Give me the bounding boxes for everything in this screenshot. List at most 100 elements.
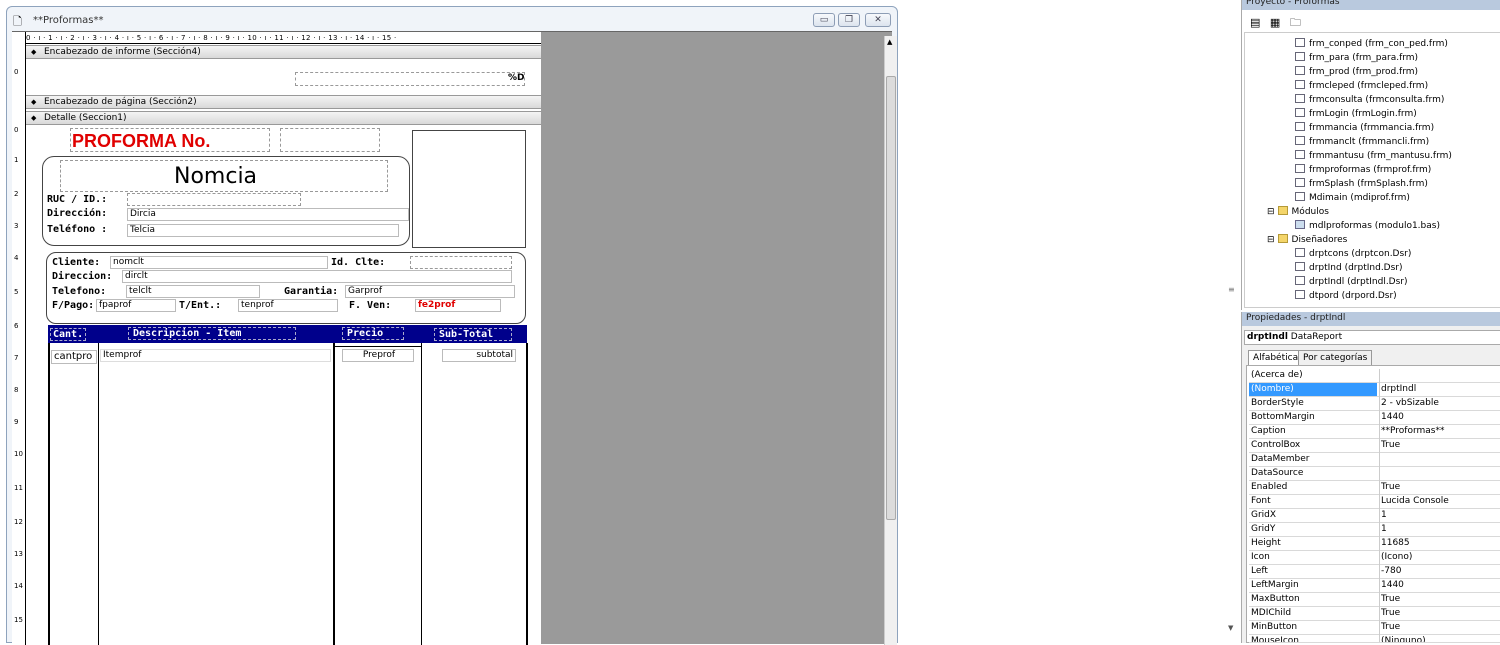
tab-alfabetica[interactable]: Alfabética — [1248, 350, 1304, 365]
property-value[interactable]: 1440 — [1381, 579, 1404, 592]
property-row[interactable]: Enabled True — [1249, 481, 1500, 495]
precio-field[interactable]: Preprof — [342, 349, 414, 362]
property-value[interactable]: Lucida Console — [1381, 495, 1449, 508]
tree-item-form[interactable]: frmmancia (frmmancia.frm) — [1295, 122, 1434, 135]
tree-item-form[interactable]: frm_prod (frm_prod.frm) — [1295, 66, 1418, 79]
property-value[interactable]: **Proformas** — [1381, 425, 1444, 438]
splitter-grip-icon[interactable]: ≡ — [1228, 285, 1235, 294]
cliente-field[interactable]: nomclt — [110, 256, 328, 269]
property-value[interactable]: -780 — [1381, 565, 1401, 578]
header-subtotal[interactable]: Sub-Total — [434, 328, 512, 341]
telefono-field[interactable]: Telcia — [127, 224, 399, 237]
tree-item-module[interactable]: mdlproformas (modulo1.bas) — [1295, 220, 1440, 233]
property-row[interactable]: Caption **Proformas** — [1249, 425, 1500, 439]
telefono2-field[interactable]: telclt — [126, 285, 260, 298]
tree-item-designer[interactable]: drptIndl (drptIndl.Dsr) — [1295, 276, 1408, 289]
section-detail[interactable]: Detalle (Seccion1) — [26, 111, 541, 125]
tree-item-form[interactable]: frmcleped (frmcleped.frm) — [1295, 80, 1428, 93]
property-row[interactable]: MinButton True — [1249, 621, 1500, 635]
property-row[interactable]: Height 11685 — [1249, 537, 1500, 551]
property-row[interactable]: BorderStyle 2 - vbSizable — [1249, 397, 1500, 411]
scroll-up-arrow-icon[interactable]: ▲ — [887, 38, 892, 46]
subtotal-field[interactable]: subtotal — [442, 349, 516, 362]
header-descripcion[interactable]: Descripcion - Item — [128, 327, 296, 340]
garantia-field[interactable]: Garprof — [345, 285, 515, 298]
direccion-field[interactable]: Dircia — [127, 208, 409, 221]
property-row[interactable]: Font Lucida Console — [1249, 495, 1500, 509]
object-selector[interactable]: drptIndl DataReport — [1244, 330, 1500, 345]
property-row[interactable]: Icon (Icono) — [1249, 551, 1500, 565]
section-page-header[interactable]: Encabezado de página (Sección2) — [26, 95, 541, 109]
project-tree[interactable]: frm_conped (frm_con_ped.frm) frm_para (f… — [1244, 32, 1500, 308]
restore-button[interactable]: ❐ — [838, 13, 860, 27]
property-value[interactable]: 11685 — [1381, 537, 1410, 550]
property-row[interactable]: (Acerca de) — [1249, 369, 1500, 383]
property-value[interactable]: True — [1381, 607, 1400, 620]
property-row[interactable]: MaxButton True — [1249, 593, 1500, 607]
close-button[interactable]: ✕ — [865, 13, 891, 27]
property-row[interactable]: DataSource — [1249, 467, 1500, 481]
tree-folder-disenadores[interactable]: ⊟ Diseñadores — [1267, 234, 1347, 247]
property-row[interactable]: LeftMargin 1440 — [1249, 579, 1500, 593]
tree-item-form[interactable]: frmmantusu (frm_mantusu.frm) — [1295, 150, 1452, 163]
property-value[interactable]: True — [1381, 481, 1400, 494]
designer-canvas[interactable]: 0 0 1 2 3 4 5 6 7 8 9 10 11 12 13 14 15 … — [12, 31, 897, 645]
tree-item-form[interactable]: frmconsulta (frmconsulta.frm) — [1295, 94, 1444, 107]
scrollbar-thumb[interactable] — [886, 76, 896, 520]
property-row[interactable]: DataMember — [1249, 453, 1500, 467]
header-precio[interactable]: Precio — [342, 327, 404, 340]
property-row[interactable]: Left -780 — [1249, 565, 1500, 579]
tree-item-form[interactable]: frmLogin (frmLogin.frm) — [1295, 108, 1417, 121]
tree-item-form[interactable]: frm_para (frm_para.frm) — [1295, 52, 1418, 65]
collapse-icon[interactable]: ⊟ — [1267, 207, 1275, 217]
tree-item-label: frmproformas (frmprof.frm) — [1309, 165, 1432, 175]
property-row-selected[interactable]: (Nombre) drptIndl — [1249, 383, 1500, 397]
tree-folder-modulos[interactable]: ⊟ Módulos — [1267, 206, 1329, 219]
cant-field[interactable]: cantpro — [51, 350, 97, 364]
fpago-field[interactable]: fpaprof — [96, 299, 176, 312]
tree-item-designer[interactable]: dtpord (drpord.Dsr) — [1295, 290, 1397, 303]
tree-item-designer[interactable]: drptInd (drptInd.Dsr) — [1295, 262, 1403, 275]
property-row[interactable]: MouseIcon (Ninguno) — [1249, 635, 1500, 643]
property-value[interactable]: (Ninguno) — [1381, 635, 1426, 642]
property-value[interactable]: 1440 — [1381, 411, 1404, 424]
view-code-icon[interactable]: ▤ — [1250, 16, 1260, 29]
section-report-header[interactable]: Encabezado de informe (Sección4) — [26, 45, 541, 59]
page-number-field[interactable] — [295, 72, 525, 86]
minimize-button[interactable]: ▭ — [813, 13, 835, 27]
fven-field[interactable]: fe2prof — [415, 299, 501, 312]
property-value[interactable]: drptIndl — [1381, 383, 1416, 396]
property-value[interactable]: True — [1381, 439, 1400, 452]
item-field[interactable]: Itemprof — [100, 349, 331, 362]
property-value[interactable]: 2 - vbSizable — [1381, 397, 1439, 410]
direccion2-field[interactable]: dirclt — [122, 270, 512, 283]
property-value[interactable]: 1 — [1381, 509, 1387, 522]
toggle-folders-icon[interactable]: 🗀 — [1290, 16, 1301, 29]
tree-item-form[interactable]: frmSplash (frmSplash.frm) — [1295, 178, 1428, 191]
idclte-field[interactable] — [410, 256, 512, 269]
tree-item-form[interactable]: Mdimain (mdiprof.frm) — [1295, 192, 1410, 205]
property-row[interactable]: GridX 1 — [1249, 509, 1500, 523]
report-designer-window[interactable]: 🗋 **Proformas** ▭ ❐ ✕ 0 0 1 2 3 4 5 6 7 … — [6, 6, 898, 645]
ruc-field[interactable] — [127, 193, 301, 206]
tree-item-form[interactable]: frmmanclt (frmmancli.frm) — [1295, 136, 1429, 149]
property-row[interactable]: BottomMargin 1440 — [1249, 411, 1500, 425]
logo-image-box[interactable] — [412, 130, 526, 248]
property-value[interactable]: True — [1381, 621, 1400, 634]
tree-item-form[interactable]: frm_conped (frm_con_ped.frm) — [1295, 38, 1448, 51]
proforma-number-field[interactable] — [280, 128, 380, 152]
property-row[interactable]: GridY 1 — [1249, 523, 1500, 537]
property-row[interactable]: ControlBox True — [1249, 439, 1500, 453]
tent-field[interactable]: tenprof — [238, 299, 338, 312]
property-value[interactable]: 1 — [1381, 523, 1387, 536]
view-object-icon[interactable]: ▦ — [1270, 16, 1280, 29]
tree-item-form[interactable]: frmproformas (frmprof.frm) — [1295, 164, 1431, 177]
tab-por-categorias[interactable]: Por categorías — [1298, 350, 1373, 365]
header-cant[interactable]: Cant. — [50, 328, 87, 341]
property-value[interactable]: True — [1381, 593, 1400, 606]
property-value[interactable]: (Icono) — [1381, 551, 1412, 564]
property-row[interactable]: MDIChild True — [1249, 607, 1500, 621]
collapse-icon[interactable]: ⊟ — [1267, 235, 1275, 245]
scroll-down-arrow-icon[interactable]: ▼ — [1228, 624, 1233, 632]
tree-item-designer[interactable]: drptcons (drptcon.Dsr) — [1295, 248, 1411, 261]
